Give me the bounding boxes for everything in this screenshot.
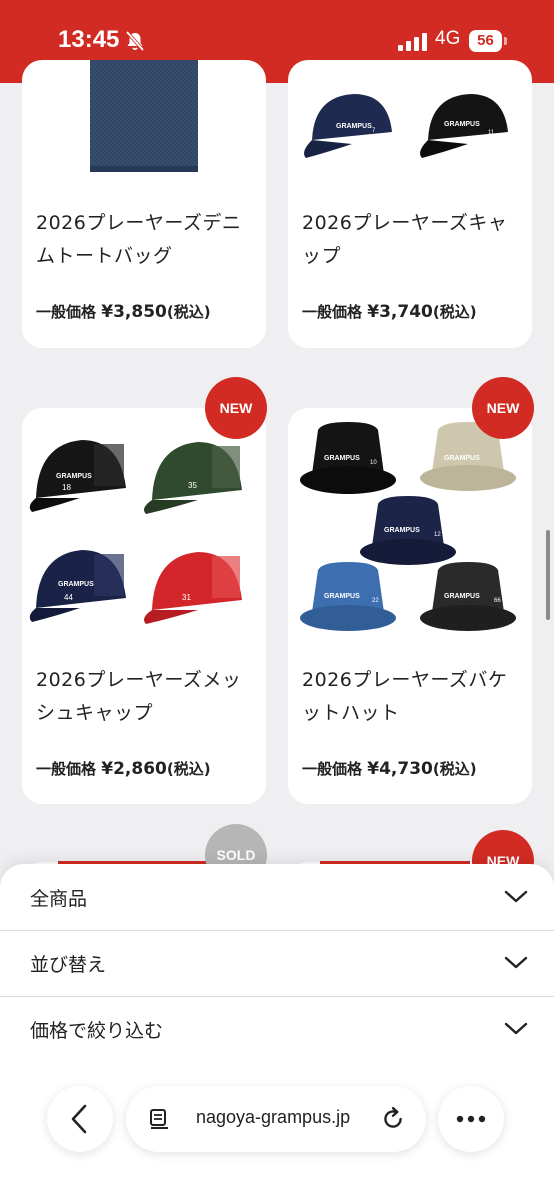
chevron-left-icon: [71, 1104, 87, 1134]
address-bar[interactable]: nagoya-grampus.jp: [126, 1086, 426, 1152]
cap-print: GRAMPUS: [324, 593, 360, 600]
product-price: 一般価格 ¥4,730(税込): [302, 758, 477, 779]
cap-number: 11: [488, 130, 495, 136]
price-tax: (税込): [166, 760, 211, 778]
filter-sort[interactable]: 並び替え: [0, 930, 554, 997]
chevron-down-icon: [504, 890, 528, 903]
product-name[interactable]: 2026プレーヤーズキャップ: [302, 207, 518, 273]
price-tax: (税込): [432, 760, 477, 778]
new-badge: NEW: [472, 377, 534, 439]
reader-mode-icon[interactable]: [148, 1107, 172, 1131]
status-time: 13:45: [58, 26, 120, 53]
cap-print: GRAMPUS: [58, 581, 94, 588]
price-label: 一般価格: [302, 760, 363, 778]
product-card[interactable]: GRAMPUS 10 GRAMPUS GRAMPUS 12 GRAMPUS 22…: [288, 408, 532, 804]
product-price: 一般価格 ¥2,860(税込): [36, 758, 211, 779]
cap-number: 12: [434, 532, 441, 538]
cap-print: GRAMPUS: [336, 123, 372, 130]
cap-print: GRAMPUS: [324, 455, 360, 462]
product-name[interactable]: 2026プレーヤーズメッシュキャップ: [36, 664, 252, 730]
price-label: 一般価格: [36, 760, 97, 778]
product-name[interactable]: 2026プレーヤーズデニムトートバッグ: [36, 207, 252, 273]
more-dots-icon: [456, 1115, 486, 1123]
product-price: 一般価格 ¥3,850(税込): [36, 301, 211, 322]
cap-number: 66: [494, 598, 501, 604]
price-value: ¥3,740: [367, 302, 433, 322]
cellular-signal-icon: [398, 33, 427, 51]
battery-icon: 56: [469, 30, 507, 52]
price-value: ¥2,860: [101, 759, 167, 779]
cap-number: 10: [370, 460, 377, 466]
cap-print: GRAMPUS: [384, 527, 420, 534]
product-image-cap: GRAMPUS 7 GRAMPUS 11: [304, 94, 508, 158]
price-tax: (税込): [432, 303, 477, 321]
url-text[interactable]: nagoya-grampus.jp: [196, 1107, 350, 1128]
price-tax: (税込): [166, 303, 211, 321]
network-type: 4G: [435, 28, 461, 49]
bell-muted-icon: [125, 30, 145, 52]
cap-number: 22: [372, 598, 379, 604]
cap-print: GRAMPUS: [444, 593, 480, 600]
product-image-bucket-hat: GRAMPUS 10 GRAMPUS GRAMPUS 12 GRAMPUS 22…: [300, 422, 516, 631]
product-card[interactable]: GRAMPUS 7 GRAMPUS 11 2026プレーヤーズキャップ 一般価格…: [288, 60, 532, 348]
scrollbar[interactable]: [546, 530, 550, 620]
cap-print: GRAMPUS: [56, 473, 92, 480]
chevron-down-icon: [504, 1022, 528, 1035]
price-label: 一般価格: [36, 303, 97, 321]
product-price: 一般価格 ¥3,740(税込): [302, 301, 477, 322]
product-card[interactable]: GRAMPUS 18 35 GRAMPUS 44 31 2026プレーヤーズメッ…: [22, 408, 266, 804]
product-image-tote-bag: [90, 60, 198, 172]
cap-number: 44: [64, 593, 73, 602]
filter-label: 価格で絞り込む: [30, 1020, 164, 1042]
filter-category[interactable]: 全商品: [0, 864, 554, 931]
product-image-mesh-cap: GRAMPUS 18 35 GRAMPUS 44 31: [29, 440, 242, 624]
back-button[interactable]: [47, 1086, 113, 1152]
new-badge: NEW: [205, 377, 267, 439]
price-value: ¥3,850: [101, 302, 167, 322]
filter-label: 全商品: [30, 888, 88, 910]
cap-print: GRAMPUS: [444, 121, 480, 128]
filter-label: 並び替え: [30, 954, 107, 976]
cap-number: 18: [62, 483, 71, 492]
price-label: 一般価格: [302, 303, 363, 321]
battery-level: 56: [469, 30, 502, 52]
product-card[interactable]: 2026プレーヤーズデニムトートバッグ 一般価格 ¥3,850(税込): [22, 60, 266, 348]
more-button[interactable]: [438, 1086, 504, 1152]
cap-print: GRAMPUS: [444, 455, 480, 462]
reload-icon[interactable]: [380, 1106, 406, 1132]
price-value: ¥4,730: [367, 759, 433, 779]
filter-price[interactable]: 価格で絞り込む: [0, 996, 554, 1062]
cap-number: 31: [182, 593, 191, 602]
chevron-down-icon: [504, 956, 528, 969]
product-name[interactable]: 2026プレーヤーズバケットハット: [302, 664, 518, 730]
cap-number: 35: [188, 481, 197, 490]
